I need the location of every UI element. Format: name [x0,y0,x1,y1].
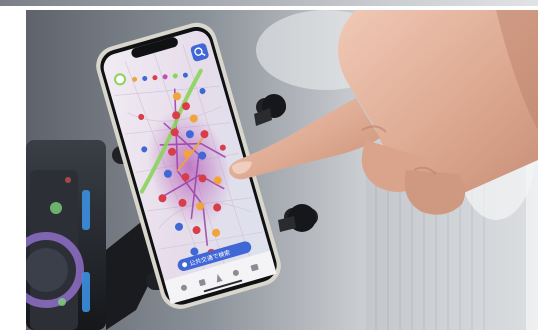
photo: 公共交通で検索 [26,10,538,330]
image-frame: 公共交通で検索 [0,0,538,330]
top-image-strip [0,0,538,6]
photo-illustration: 公共交通で検索 [26,10,538,330]
dashboard-device [26,140,106,330]
